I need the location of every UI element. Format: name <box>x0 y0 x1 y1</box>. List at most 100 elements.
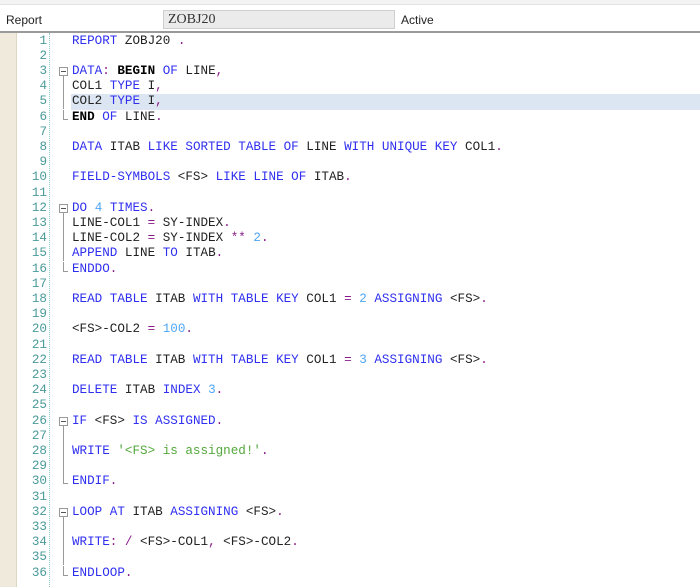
code-line[interactable]: 21 <box>0 338 700 353</box>
code-line[interactable]: 23 <box>0 368 700 383</box>
collapse-block-icon[interactable] <box>58 64 68 80</box>
code-token: <FS> <box>442 352 481 367</box>
code-text[interactable] <box>71 338 700 353</box>
code-text[interactable]: WRITE: / <FS>-COL1, <FS>-COL2. <box>71 535 700 550</box>
code-token: ITAB <box>102 139 148 154</box>
code-line[interactable]: 32 LOOP AT ITAB ASSIGNING <FS>. <box>0 505 700 521</box>
code-line[interactable]: 28 WRITE '<FS> is assigned!'. <box>0 443 700 460</box>
code-line[interactable]: 34 WRITE: / <FS>-COL1, <FS>-COL2. <box>0 535 700 551</box>
code-text[interactable]: IF <FS> IS ASSIGNED. <box>71 414 700 429</box>
code-text[interactable]: ENDLOOP. <box>71 566 700 581</box>
fold-end-marker <box>58 565 68 581</box>
code-line[interactable]: 35 <box>0 550 700 566</box>
code-text[interactable] <box>71 49 700 64</box>
code-token: . <box>276 504 284 519</box>
program-name-field[interactable]: ZOBJ20 <box>163 10 395 29</box>
code-text[interactable]: LINE-COL2 = SY-INDEX ** 2. <box>71 231 700 246</box>
code-text[interactable]: COL2 TYPE I, <box>71 94 700 110</box>
collapse-block-icon[interactable] <box>58 414 68 430</box>
code-text[interactable]: DELETE ITAB INDEX 3. <box>71 383 700 398</box>
code-editor[interactable]: 1 REPORT ZOBJ20 .2 3 DATA: BEGIN OF LINE, 4… <box>0 33 700 587</box>
code-line[interactable]: 10 FIELD-SYMBOLS <FS> LIKE LINE OF ITAB. <box>0 170 700 185</box>
code-line[interactable]: 2 <box>0 49 700 64</box>
code-token: SY-INDEX <box>155 215 224 230</box>
code-text[interactable] <box>71 125 700 140</box>
code-text[interactable] <box>71 307 700 322</box>
code-text[interactable] <box>71 550 700 565</box>
code-line[interactable]: 5 COL2 TYPE I, <box>0 94 700 110</box>
code-text[interactable]: DO 4 TIMES. <box>71 201 700 216</box>
code-text[interactable] <box>71 520 700 535</box>
line-number: 24 <box>31 383 47 398</box>
code-line[interactable]: 16 ENDDO. <box>0 261 700 277</box>
code-text[interactable]: <FS>-COL2 = 100. <box>71 322 700 337</box>
code-text[interactable]: LINE-COL1 = SY-INDEX. <box>71 216 700 231</box>
code-token: = <box>147 215 156 230</box>
code-token: <FS> <box>87 413 133 428</box>
code-line[interactable]: 4 COL1 TYPE I, <box>0 79 700 95</box>
code-token: ASSIGNING <box>374 291 443 306</box>
code-text[interactable]: READ TABLE ITAB WITH TABLE KEY COL1 = 3 … <box>71 353 700 368</box>
code-token: . <box>480 291 488 306</box>
code-line[interactable]: 1 REPORT ZOBJ20 . <box>0 34 700 49</box>
code-text[interactable]: COL1 TYPE I, <box>71 79 700 94</box>
code-text[interactable]: APPEND LINE TO ITAB. <box>71 246 700 261</box>
code-line[interactable]: 24 DELETE ITAB INDEX 3. <box>0 383 700 398</box>
code-text[interactable]: LOOP AT ITAB ASSIGNING <FS>. <box>71 505 700 520</box>
code-text[interactable]: DATA: BEGIN OF LINE, <box>71 64 700 79</box>
code-text[interactable] <box>71 277 700 292</box>
code-line[interactable]: 7 <box>0 125 700 140</box>
code-line[interactable]: 15 APPEND LINE TO ITAB. <box>0 246 700 262</box>
code-line[interactable]: 30 ENDIF. <box>0 474 700 489</box>
code-text[interactable]: READ TABLE ITAB WITH TABLE KEY COL1 = 2 … <box>71 292 700 307</box>
line-number: 20 <box>31 322 47 337</box>
code-token: . <box>177 33 186 48</box>
code-token: ASSIGNING <box>374 352 443 367</box>
code-line[interactable]: 3 DATA: BEGIN OF LINE, <box>0 64 700 80</box>
code-line[interactable]: 33 <box>0 519 700 536</box>
code-line[interactable]: 18 READ TABLE ITAB WITH TABLE KEY COL1 = … <box>0 292 700 307</box>
code-text[interactable]: FIELD-SYMBOLS <FS> LIKE LINE OF ITAB. <box>71 170 700 185</box>
code-text[interactable] <box>71 368 700 383</box>
code-line[interactable]: 25 <box>0 398 700 413</box>
code-text[interactable]: DATA ITAB LIKE SORTED TABLE OF LINE WITH… <box>71 140 700 155</box>
code-text[interactable] <box>71 429 700 444</box>
code-line[interactable]: 13 LINE-COL1 = SY-INDEX. <box>0 215 700 232</box>
code-line[interactable]: 20 <FS>-COL2 = 100. <box>0 322 700 337</box>
line-number: 19 <box>31 307 47 322</box>
code-line[interactable]: 36 ENDLOOP. <box>0 565 700 581</box>
code-token: APPEND <box>72 246 118 261</box>
code-line[interactable]: 19 <box>0 307 700 322</box>
code-token: DATA <box>72 63 103 78</box>
code-token: COL1 <box>457 139 496 154</box>
code-text[interactable] <box>71 490 700 505</box>
code-line[interactable]: 12 DO 4 TIMES. <box>0 201 700 217</box>
code-text[interactable]: ENDIF. <box>71 474 700 489</box>
code-line[interactable]: 6 END OF LINE. <box>0 109 700 125</box>
code-line[interactable]: 17 <box>0 277 700 292</box>
code-line[interactable]: 31 <box>0 490 700 505</box>
code-text[interactable] <box>71 155 700 170</box>
code-token: . <box>260 231 269 246</box>
code-text[interactable] <box>71 459 700 474</box>
code-text[interactable]: ENDDO. <box>71 262 700 277</box>
code-token: , <box>155 79 163 94</box>
code-line[interactable]: 29 <box>0 459 700 475</box>
code-text[interactable] <box>71 398 700 413</box>
code-line[interactable]: 14 LINE-COL2 = SY-INDEX ** 2. <box>0 231 700 247</box>
code-line[interactable]: 27 <box>0 428 700 444</box>
code-line[interactable]: 9 <box>0 155 700 170</box>
code-text[interactable] <box>71 186 700 201</box>
collapse-block-icon[interactable] <box>58 505 68 521</box>
code-text[interactable]: END OF LINE. <box>71 110 700 125</box>
line-number: 27 <box>31 428 47 443</box>
code-line[interactable]: 8 DATA ITAB LIKE SORTED TABLE OF LINE WIT… <box>0 140 700 155</box>
code-token: LINE-COL2 <box>72 231 148 246</box>
code-line[interactable]: 26 IF <FS> IS ASSIGNED. <box>0 414 700 430</box>
code-text[interactable]: REPORT ZOBJ20 . <box>71 34 700 49</box>
collapse-block-icon[interactable] <box>58 201 68 217</box>
code-line[interactable]: 22 READ TABLE ITAB WITH TABLE KEY COL1 = … <box>0 353 700 368</box>
code-line[interactable]: 11 <box>0 186 700 201</box>
code-text[interactable]: WRITE '<FS> is assigned!'. <box>71 444 700 459</box>
